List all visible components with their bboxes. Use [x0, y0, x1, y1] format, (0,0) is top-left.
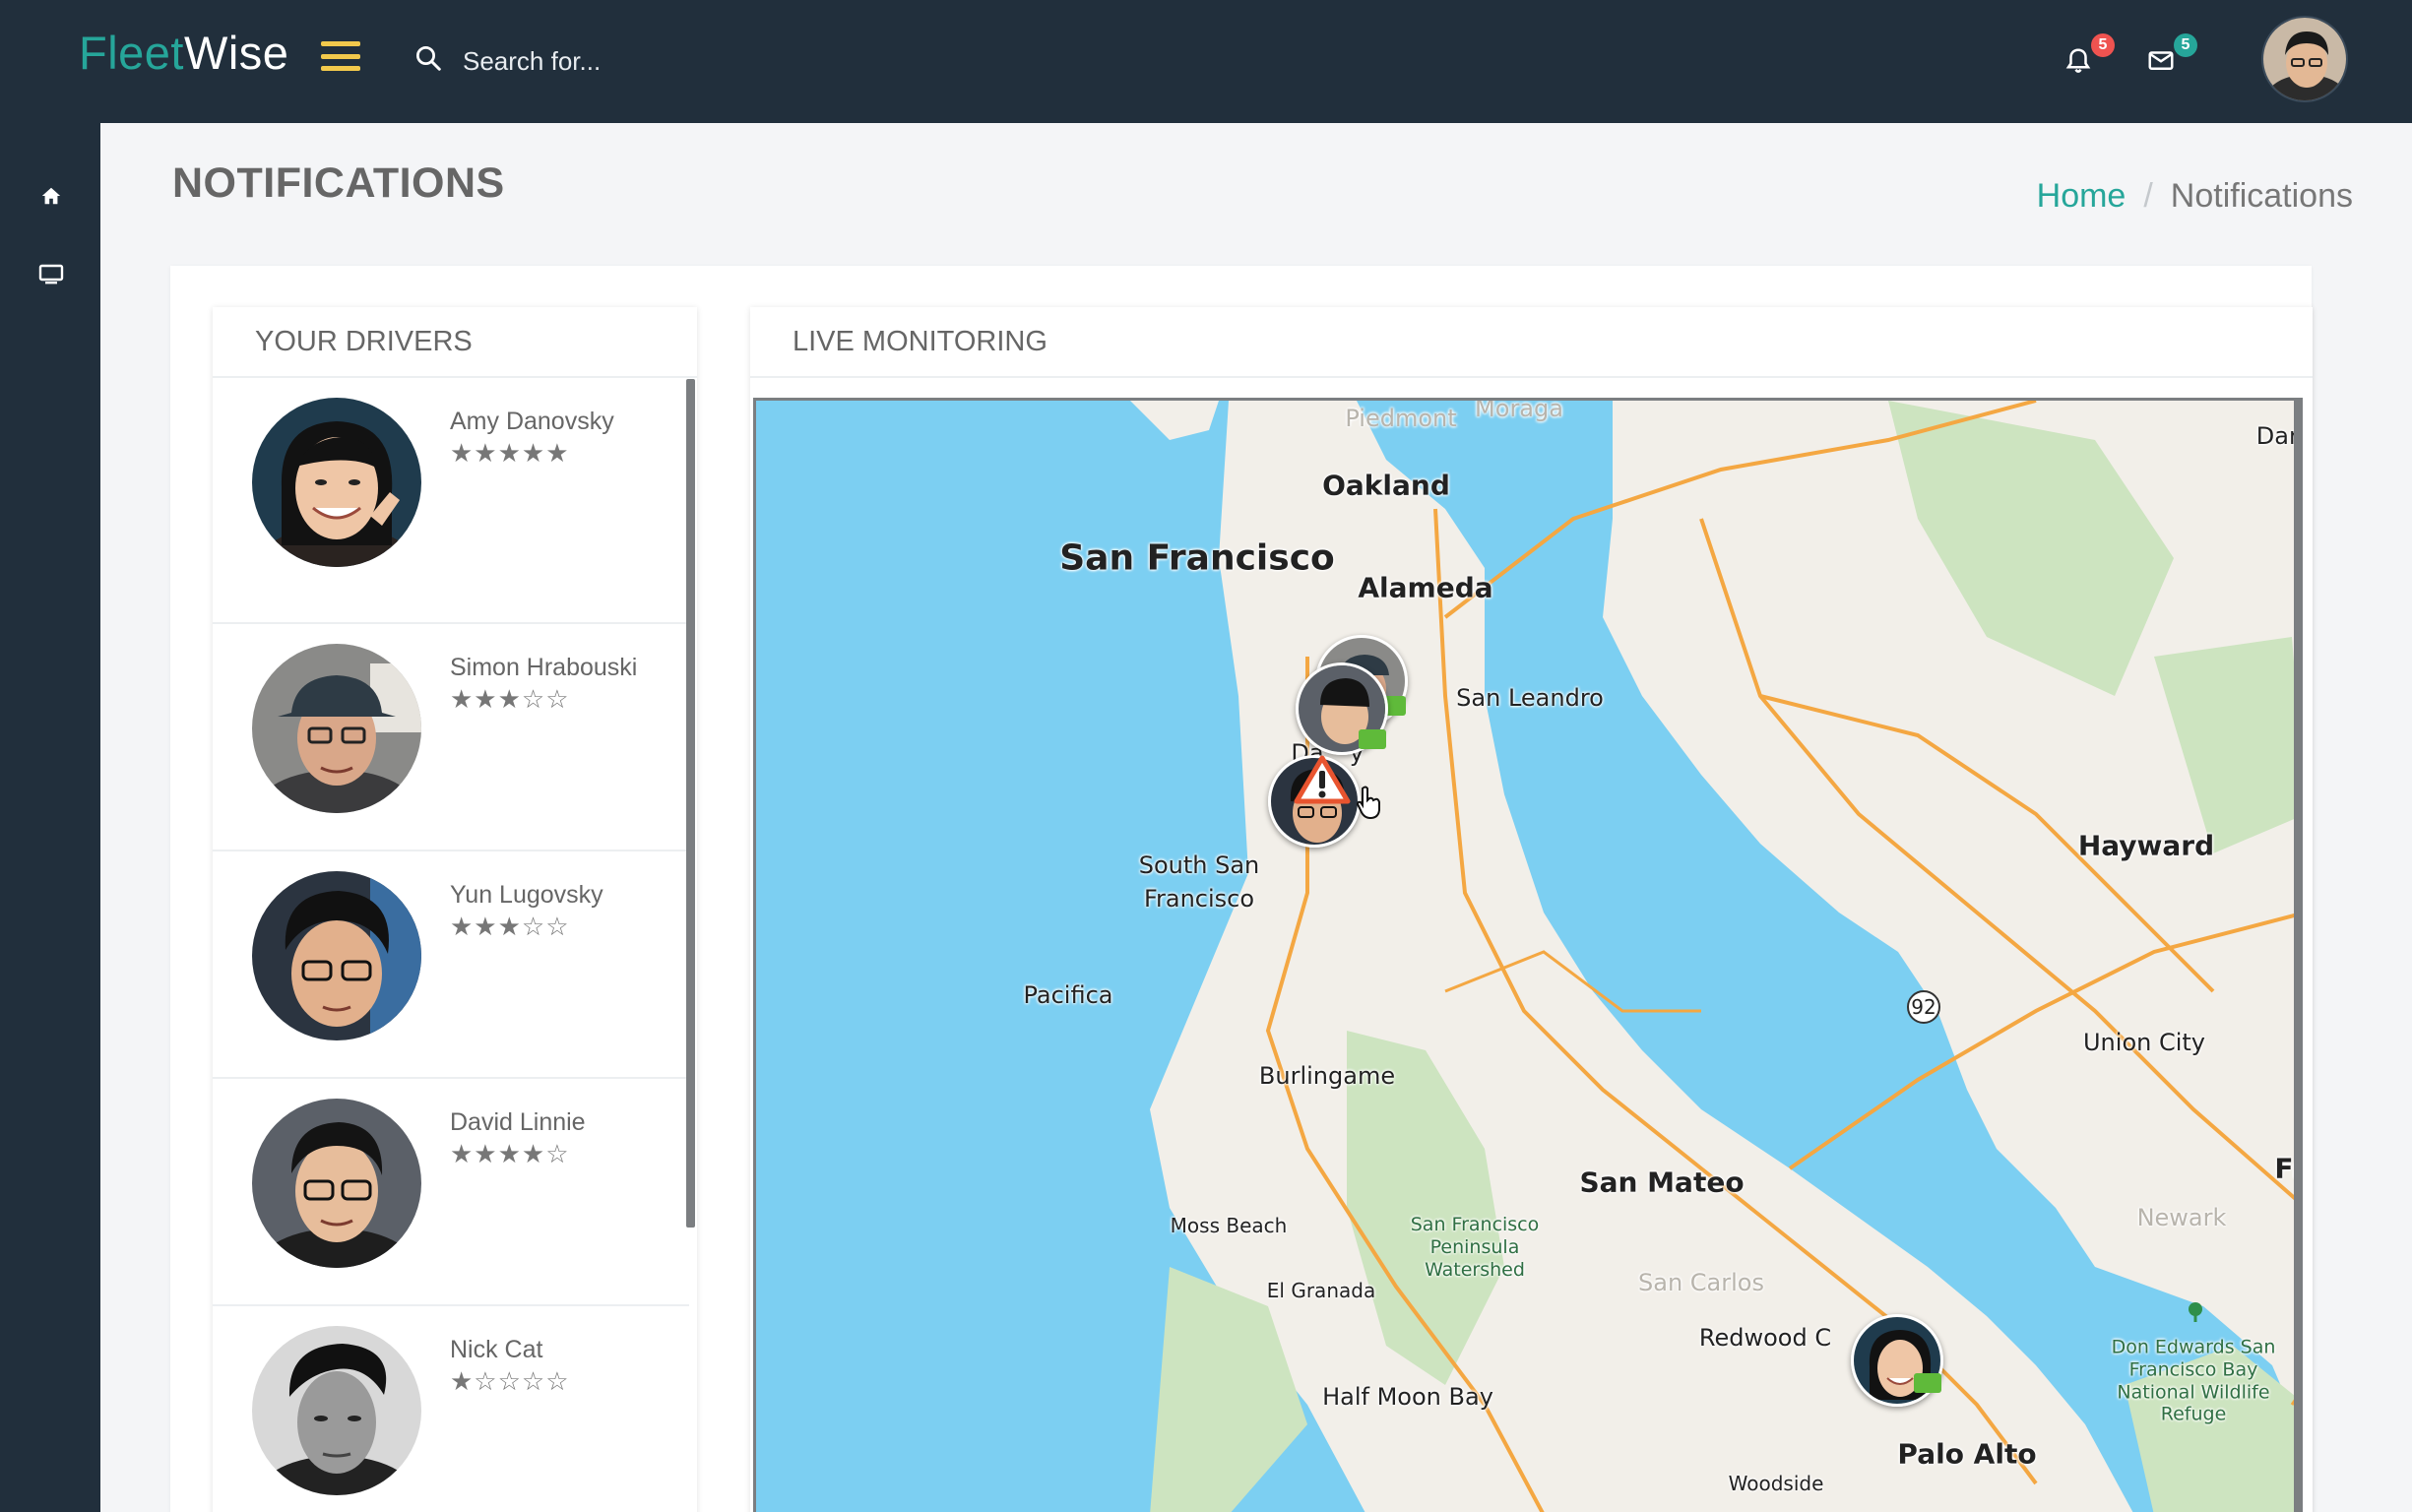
driver-list[interactable]: Amy Danovsky ★★★★★ Simon Hrabouski ★★★☆☆ [213, 378, 689, 1512]
status-ok-icon [1359, 729, 1386, 749]
map-base [756, 401, 2294, 1512]
map-label: San Mateo [1579, 1166, 1745, 1199]
driver-item[interactable]: Amy Danovsky ★★★★★ [213, 378, 689, 624]
park-tree-icon [2189, 1302, 2202, 1322]
driver-rating-stars: ★★★★☆ [450, 1140, 570, 1169]
breadcrumb-separator: / [2143, 177, 2153, 215]
map-label: Hayward [2077, 829, 2215, 862]
envelope-icon [2148, 51, 2174, 70]
map-label: Union City [2082, 1029, 2206, 1056]
map-label: Francisco [1143, 885, 1255, 913]
driver-name: Simon Hrabouski [450, 654, 638, 681]
driver-item[interactable]: Simon Hrabouski ★★★☆☆ [213, 624, 689, 851]
map-label: Palo Alto [1897, 1437, 2037, 1471]
monitor-icon [38, 264, 64, 284]
driver-name: Nick Cat [450, 1336, 543, 1363]
menu-toggle-icon[interactable] [321, 41, 360, 71]
driver-list-scrollbar[interactable] [686, 379, 695, 1228]
user-avatar[interactable] [2261, 16, 2348, 102]
drivers-panel-title: YOUR DRIVERS [213, 307, 697, 378]
map-label: S [2294, 535, 2303, 562]
map-label: Don Edwards San Francisco Bay National W… [2111, 1336, 2276, 1425]
breadcrumb-home-link[interactable]: Home [2037, 177, 2126, 216]
driver-item[interactable]: Yun Lugovsky ★★★☆☆ [213, 851, 689, 1079]
sidebar [0, 123, 100, 1512]
driver-rating-stars: ★☆☆☆☆ [450, 1367, 570, 1397]
status-ok-icon [1914, 1373, 1941, 1393]
notifications-badge: 5 [2091, 33, 2115, 57]
map-label: Moss Beach [1170, 1214, 1288, 1237]
map-label: Fr [2274, 1152, 2303, 1185]
map-label: Woodside [1728, 1472, 1824, 1495]
messages-button[interactable]: 5 [2146, 33, 2197, 87]
driver-photo [252, 644, 421, 813]
map-label: South San [1138, 851, 1260, 879]
search-icon[interactable] [413, 43, 443, 73]
driver-rating-stars: ★★★☆☆ [450, 913, 570, 942]
map-label: Pacifica [1023, 981, 1113, 1009]
fleetwise-logo[interactable]: FleetWise [79, 26, 288, 80]
map-label: Newark [2136, 1204, 2227, 1231]
map-label: San Francisco Peninsula Watershed [1410, 1213, 1540, 1281]
map-label: Burlingame [1258, 1062, 1396, 1090]
driver-rating-stars: ★★★☆☆ [450, 685, 570, 715]
map-label: San Leandro [1456, 684, 1604, 712]
driver-photo [252, 871, 421, 1040]
driver-name: Amy Danovsky [450, 408, 614, 435]
sidebar-item-monitor[interactable] [32, 255, 71, 294]
page-title: NOTIFICATIONS [172, 159, 505, 207]
breadcrumb-current: Notifications [2170, 177, 2353, 215]
logo-text-wise: Wise [184, 27, 289, 79]
hand-cursor-icon [1356, 786, 1380, 820]
sidebar-item-home[interactable] [32, 176, 71, 216]
driver-photo [252, 398, 421, 567]
highway-92-shield: 92 [1911, 995, 1936, 1019]
map-label: Alameda [1358, 571, 1493, 604]
driver-photo [252, 1099, 421, 1268]
live-map[interactable]: Moraga Piedmont Dan Oakland San Francisc… [753, 398, 2303, 1512]
breadcrumb: Home / Notifications [2037, 177, 2353, 216]
map-label: San Francisco [1059, 537, 1335, 579]
drivers-panel: YOUR DRIVERS Amy Danovsky ★★★★★ Simon Hr… [213, 307, 697, 1512]
map-label: San Carlos [1638, 1269, 1764, 1296]
notifications-button[interactable]: 5 [2063, 33, 2115, 87]
map-label: Redwood C [1698, 1324, 1832, 1352]
monitoring-panel-title: LIVE MONITORING [750, 307, 2313, 378]
search-input[interactable] [463, 39, 955, 83]
home-icon [41, 187, 61, 205]
driver-name: David Linnie [450, 1108, 586, 1136]
driver-item[interactable]: David Linnie ★★★★☆ [213, 1079, 689, 1306]
driver-photo [252, 1326, 421, 1495]
warning-icon[interactable] [1294, 755, 1351, 804]
driver-name: Yun Lugovsky [450, 881, 603, 909]
map-label: El Granada [1266, 1279, 1376, 1302]
map-label: Half Moon Bay [1322, 1383, 1493, 1411]
map-label: Oakland [1322, 469, 1450, 502]
messages-badge: 5 [2174, 33, 2197, 57]
logo-text-fleet: Fleet [79, 27, 184, 79]
map-label: Dan [2255, 422, 2303, 450]
bell-icon [2065, 48, 2091, 73]
map-label: Piedmont [1345, 405, 1457, 432]
map-label: Moraga [1475, 398, 1563, 422]
top-navbar: FleetWise 5 5 [0, 0, 2412, 123]
driver-rating-stars: ★★★★★ [450, 439, 570, 469]
driver-item[interactable]: Nick Cat ★☆☆☆☆ [213, 1306, 689, 1512]
